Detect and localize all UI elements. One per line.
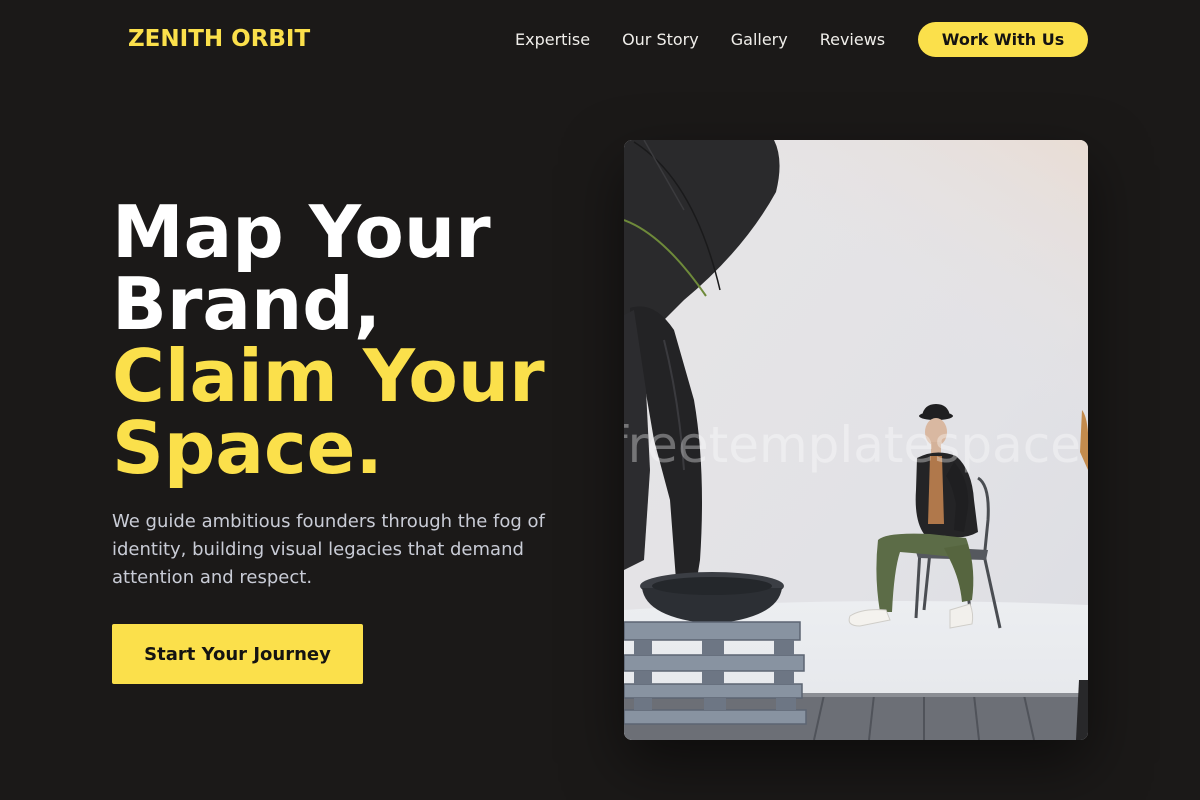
landing-page: ZENITH ORBIT Expertise Our Story Gallery… [0,0,1200,800]
hero-title-line-1: Map Your [112,190,491,274]
hero-title: Map Your Brand, Claim Your Space. [112,196,545,484]
nav-links: Expertise Our Story Gallery Reviews [515,28,885,52]
hero-title-line-4: Space. [112,406,383,490]
nav-link-reviews[interactable]: Reviews [820,28,885,52]
hero-image: freetemplatespace [624,140,1088,740]
image-watermark: freetemplatespace [624,416,1081,474]
nav-link-gallery[interactable]: Gallery [731,28,788,52]
brand-logo[interactable]: ZENITH ORBIT [128,24,310,54]
work-with-us-button[interactable]: Work With Us [918,22,1088,57]
nav-link-expertise[interactable]: Expertise [515,28,590,52]
nav-link-our-story[interactable]: Our Story [622,28,699,52]
hero-title-line-2: Brand, [112,262,382,346]
hero-description: We guide ambitious founders through the … [112,511,545,588]
hero-title-line-3: Claim Your [112,334,545,418]
start-your-journey-button[interactable]: Start Your Journey [112,624,363,684]
top-navigation: ZENITH ORBIT Expertise Our Story Gallery… [0,0,1200,80]
